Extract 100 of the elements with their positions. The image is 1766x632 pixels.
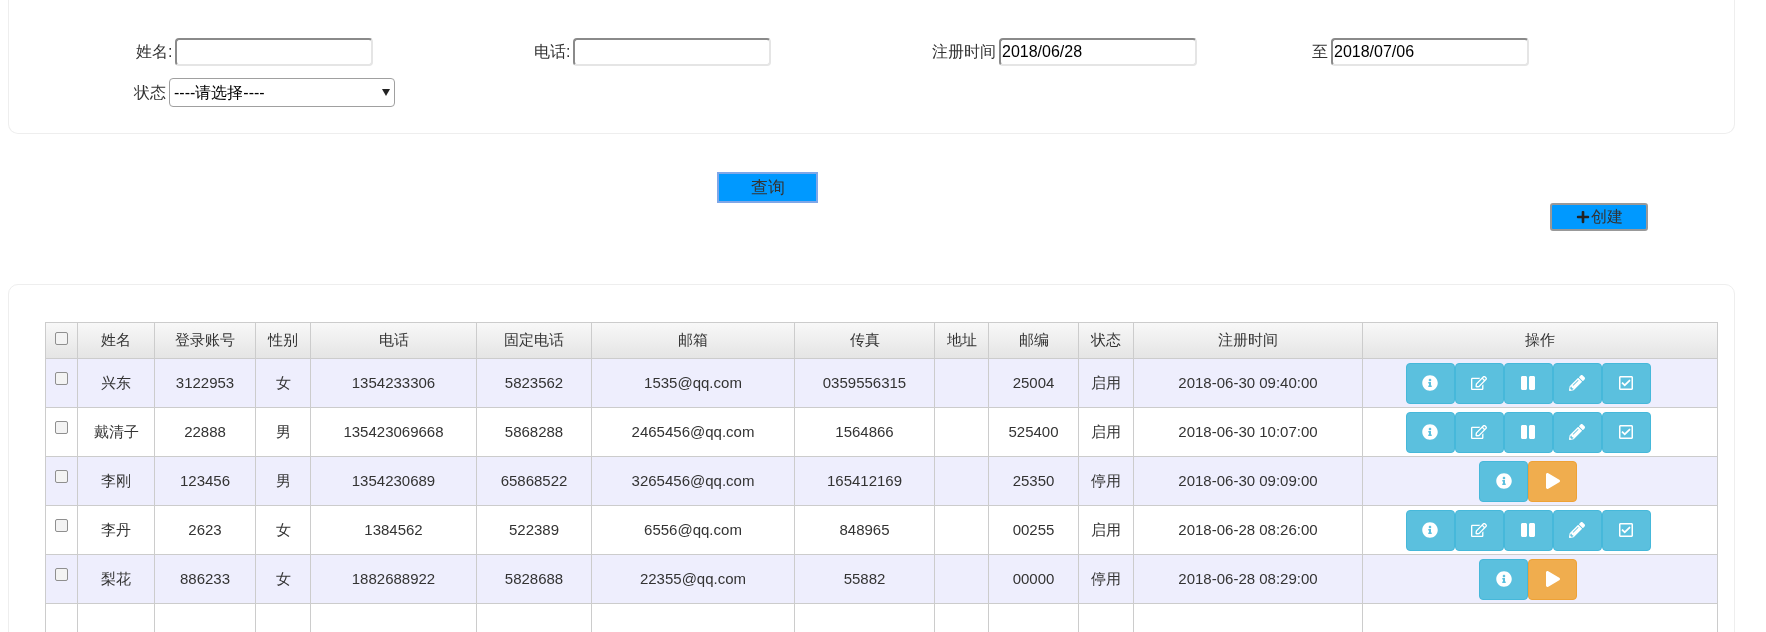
table-cell: 25004 xyxy=(988,358,1079,408)
info-button[interactable] xyxy=(1405,362,1455,404)
edit-icon xyxy=(1471,522,1487,538)
table-cell: 886233 xyxy=(154,554,256,604)
input-field[interactable] xyxy=(175,38,374,66)
table-cell: 启用 xyxy=(1078,505,1134,555)
pencil-icon xyxy=(1569,522,1585,538)
column-header: 姓名 xyxy=(77,322,155,359)
table-cell: 22355@qq.com xyxy=(591,554,795,604)
table-cell: 3265456@qq.com xyxy=(591,456,795,506)
table-cell: 165412169 xyxy=(794,456,935,506)
column-header: 固定电话 xyxy=(476,322,592,359)
table-cell: 启用 xyxy=(1078,407,1134,457)
info-button[interactable] xyxy=(1479,558,1528,600)
table-cell: 2018-06-30 10:07:00 xyxy=(1133,407,1363,457)
table-cell: 522389 xyxy=(476,505,592,555)
column-header: 邮箱 xyxy=(591,322,795,359)
plus-icon xyxy=(1575,210,1590,224)
table-cell: 男 xyxy=(255,456,311,506)
info-button[interactable] xyxy=(1479,460,1528,502)
table-cell: 2623 xyxy=(154,505,256,555)
pencil-icon xyxy=(1569,375,1585,391)
info-icon xyxy=(1422,522,1438,538)
checkbox[interactable] xyxy=(55,421,68,434)
checkbox[interactable] xyxy=(55,372,68,385)
table-cell: 1535@qq.com xyxy=(591,358,795,408)
column-header: 注册时间 xyxy=(1133,322,1363,359)
checkbox-icon xyxy=(1618,424,1634,440)
checkbox[interactable] xyxy=(55,470,68,483)
table-cell: 2018-06-30 09:40:00 xyxy=(1133,358,1363,408)
pause-button[interactable] xyxy=(1503,411,1553,453)
table-cell: 启用 xyxy=(1078,358,1134,408)
table-cell: 6556@qq.com xyxy=(591,505,795,555)
pencil-icon xyxy=(1569,424,1585,440)
pause-button[interactable] xyxy=(1503,509,1553,551)
table-cell: 男 xyxy=(255,407,311,457)
table-cell: 00000 xyxy=(988,554,1079,604)
table-cell: 5868288 xyxy=(476,407,592,457)
table-cell: 梨花 xyxy=(77,554,155,604)
input-field[interactable]: 2018/06/28 xyxy=(999,38,1197,66)
play-button[interactable] xyxy=(1528,558,1577,600)
column-header: 状态 xyxy=(1078,322,1134,359)
table-cell: 兴东 xyxy=(77,358,155,408)
info-icon xyxy=(1422,375,1438,391)
pencil-button[interactable] xyxy=(1552,362,1602,404)
checkbox[interactable] xyxy=(55,568,68,581)
input-field[interactable] xyxy=(573,38,772,66)
query-button[interactable]: 查询 xyxy=(717,172,818,203)
table-cell: 2018-06-30 09:09:00 xyxy=(1133,456,1363,506)
create-button[interactable]: 创建 xyxy=(1550,203,1648,231)
check-button[interactable] xyxy=(1601,509,1651,551)
edit-button[interactable] xyxy=(1454,411,1504,453)
table-cell: 135423069668 xyxy=(310,407,477,457)
info-icon xyxy=(1495,571,1512,587)
field-label: 至 xyxy=(1312,42,1328,62)
dropdown-arrow-icon xyxy=(382,89,390,96)
input-field[interactable]: 2018/07/06 xyxy=(1331,38,1529,66)
table-cell: 2465456@qq.com xyxy=(591,407,795,457)
play-icon xyxy=(1544,473,1561,489)
edit-button[interactable] xyxy=(1454,509,1504,551)
table-cell: 5823562 xyxy=(476,358,592,408)
table-cell: 李丹 xyxy=(77,505,155,555)
field-label: 状态 xyxy=(134,82,166,103)
info-button[interactable] xyxy=(1405,509,1455,551)
check-button[interactable] xyxy=(1601,411,1651,453)
pause-icon xyxy=(1520,424,1536,440)
info-button[interactable] xyxy=(1405,411,1455,453)
table-cell: 0359556315 xyxy=(794,358,935,408)
table-cell: 女 xyxy=(255,554,311,604)
status-select[interactable]: ----请选择---- xyxy=(169,78,395,107)
column-header: 传真 xyxy=(794,322,935,359)
play-icon xyxy=(1544,571,1561,587)
field-label: 注册时间 xyxy=(932,42,996,62)
table-cell: 123456 xyxy=(154,456,256,506)
table-cell: 00255 xyxy=(988,505,1079,555)
field-label: 电话: xyxy=(534,42,571,62)
table-cell: 1564866 xyxy=(794,407,935,457)
play-button[interactable] xyxy=(1528,460,1577,502)
info-icon xyxy=(1495,473,1512,489)
table-cell: 停用 xyxy=(1078,456,1134,506)
table-cell: 22888 xyxy=(154,407,256,457)
table-cell: 25350 xyxy=(988,456,1079,506)
field-label: 姓名: xyxy=(136,42,173,62)
checkbox-icon xyxy=(1618,522,1634,538)
table-cell: 5828688 xyxy=(476,554,592,604)
checkbox-icon xyxy=(1618,375,1634,391)
checkbox[interactable] xyxy=(55,519,68,532)
table-cell: 1882688922 xyxy=(310,554,477,604)
check-button[interactable] xyxy=(1601,362,1651,404)
table-cell: 2018-06-28 08:26:00 xyxy=(1133,505,1363,555)
table-cell: 女 xyxy=(255,505,311,555)
table-cell: 848965 xyxy=(794,505,935,555)
pencil-button[interactable] xyxy=(1552,411,1602,453)
pencil-button[interactable] xyxy=(1552,509,1602,551)
table-cell: 1354230689 xyxy=(310,456,477,506)
edit-button[interactable] xyxy=(1454,362,1504,404)
pause-button[interactable] xyxy=(1503,362,1553,404)
checkbox[interactable] xyxy=(55,332,68,346)
table-cell: 女 xyxy=(255,358,311,408)
table-cell: 戴清子 xyxy=(77,407,155,457)
